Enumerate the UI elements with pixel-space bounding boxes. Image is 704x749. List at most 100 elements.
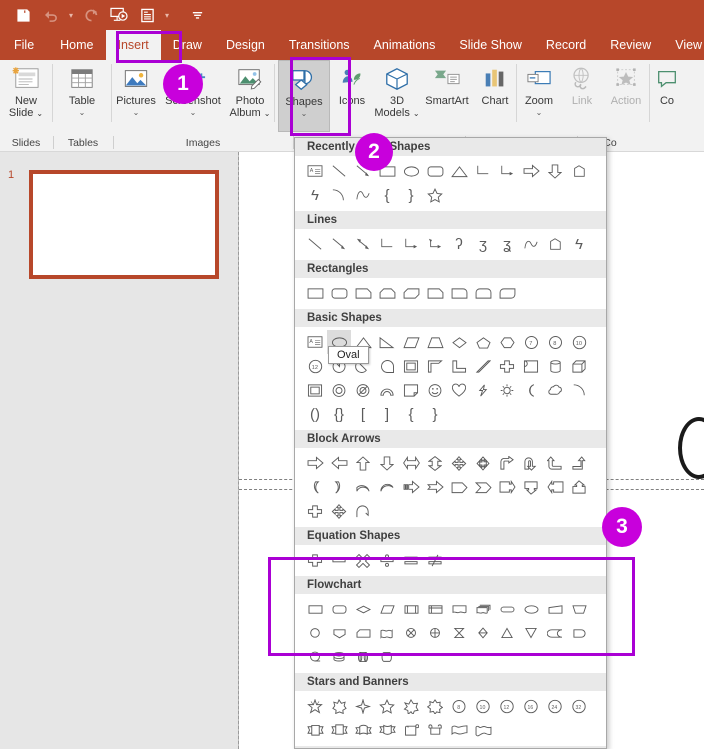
- shape-flowchart-direct-access-storage[interactable]: [351, 645, 375, 669]
- shape-flowchart-decision[interactable]: [351, 597, 375, 621]
- shape-star-4-point[interactable]: [303, 694, 327, 718]
- shape-flowchart-predefined-process[interactable]: [399, 597, 423, 621]
- shapes-chevron-down-icon[interactable]: ⌄: [301, 109, 308, 118]
- icons-button[interactable]: Icons: [330, 60, 374, 132]
- shape-lightning-bolt[interactable]: [471, 378, 495, 402]
- shape-diagonal-stripe[interactable]: [471, 354, 495, 378]
- shape-elbow-double-arrow-connector[interactable]: [423, 232, 447, 256]
- shape-snip-and-round-corner[interactable]: [423, 281, 447, 305]
- shape-flowchart-sequential-access-storage[interactable]: [303, 645, 327, 669]
- shape-chevron-arrow[interactable]: [471, 475, 495, 499]
- comment-button[interactable]: Co: [650, 60, 684, 132]
- shape-arrow-up[interactable]: [351, 451, 375, 475]
- shape-left-arrow-callout[interactable]: [543, 475, 567, 499]
- shape-flowchart-display[interactable]: [375, 645, 399, 669]
- screenshot-chevron-down-icon[interactable]: ⌄: [190, 108, 197, 117]
- shape-cube[interactable]: [567, 354, 591, 378]
- shape-no-symbol[interactable]: [351, 378, 375, 402]
- shape-left-brace[interactable]: {: [375, 183, 399, 207]
- shape-cloud[interactable]: [543, 378, 567, 402]
- shape-line-double-arrow[interactable]: [351, 232, 375, 256]
- shape-division-sign[interactable]: [375, 548, 399, 572]
- shape-right-brace[interactable]: }: [399, 183, 423, 207]
- tab-slide-show[interactable]: Slide Show: [447, 30, 534, 60]
- shape-right-bracket[interactable]: ]: [375, 402, 399, 426]
- shape-round-diagonal-corner[interactable]: [495, 281, 519, 305]
- tab-home[interactable]: Home: [48, 30, 105, 60]
- shape-arrow-left[interactable]: [327, 451, 351, 475]
- shape-curved-connector[interactable]: ʔ: [447, 232, 471, 256]
- tab-animations[interactable]: Animations: [362, 30, 448, 60]
- shape-right-arrow[interactable]: [519, 159, 543, 183]
- shape-elbow-connector[interactable]: [375, 232, 399, 256]
- shape-flowchart-extract[interactable]: [495, 621, 519, 645]
- zoom-chevron-down-icon[interactable]: ⌄: [536, 108, 543, 117]
- shape-bent-up-arrow[interactable]: [567, 451, 591, 475]
- shape-right-arrow-callout[interactable]: [495, 475, 519, 499]
- shape-arrow-right[interactable]: [303, 451, 327, 475]
- save-icon[interactable]: [10, 3, 36, 27]
- shape-flowchart-card[interactable]: [351, 621, 375, 645]
- shape-hexagon[interactable]: [495, 330, 519, 354]
- shape-flowchart-data[interactable]: [375, 597, 399, 621]
- shape-five-point-star[interactable]: [423, 183, 447, 207]
- shape-striped-right-arrow[interactable]: [399, 475, 423, 499]
- shape-pentagon-arrow[interactable]: [447, 475, 471, 499]
- shape-flowchart-punched-tape[interactable]: [375, 621, 399, 645]
- shape-isosceles-triangle[interactable]: [447, 159, 471, 183]
- shape-horizontal-scroll[interactable]: [423, 718, 447, 742]
- shape-circular-arrow[interactable]: [351, 499, 375, 523]
- shape-cross-arrow[interactable]: [303, 499, 327, 523]
- shape-flowchart-multidocument[interactable]: [471, 597, 495, 621]
- shape-down-arrow[interactable]: [543, 159, 567, 183]
- shape-vertical-scroll[interactable]: [399, 718, 423, 742]
- shape-bent-arrow[interactable]: [495, 451, 519, 475]
- shape-cylinder[interactable]: [543, 354, 567, 378]
- tab-insert[interactable]: Insert: [105, 30, 161, 60]
- shape-equal-sign[interactable]: [399, 548, 423, 572]
- shape-curved-up-ribbon[interactable]: [351, 718, 375, 742]
- shape-freeform-shape[interactable]: [543, 232, 567, 256]
- shape-left-brace-pair[interactable]: {}: [327, 402, 351, 426]
- pictures-chevron-down-icon[interactable]: ⌄: [133, 108, 140, 117]
- shape-curve[interactable]: [351, 183, 375, 207]
- shape-folded-corner[interactable]: [399, 378, 423, 402]
- shape-diamond[interactable]: [447, 330, 471, 354]
- shape-parallelogram[interactable]: [399, 330, 423, 354]
- shape-flowchart-terminator[interactable]: [495, 597, 519, 621]
- shape-elbow-arrow-connector[interactable]: [399, 232, 423, 256]
- shape-not-equal-sign[interactable]: [423, 548, 447, 572]
- view-chevron-down-icon[interactable]: ▾: [162, 11, 172, 20]
- shape-flowchart-manual-input[interactable]: [543, 597, 567, 621]
- shape-elbow-connector[interactable]: [471, 159, 495, 183]
- shape-moon[interactable]: [519, 378, 543, 402]
- shape-oval[interactable]: [399, 159, 423, 183]
- shape-star-16-point[interactable]: 16: [519, 694, 543, 718]
- shape-left-brace[interactable]: {: [399, 402, 423, 426]
- pictures-button[interactable]: Pictures ⌄: [112, 60, 160, 132]
- shape-double-wave[interactable]: [471, 718, 495, 742]
- tab-review[interactable]: Review: [598, 30, 663, 60]
- shape-cross[interactable]: [495, 354, 519, 378]
- shape-sun[interactable]: [495, 378, 519, 402]
- tab-transitions[interactable]: Transitions: [277, 30, 362, 60]
- shape-star-8-point[interactable]: 8: [447, 694, 471, 718]
- shape-plus-sign[interactable]: [303, 548, 327, 572]
- shape-flowchart-delay[interactable]: [567, 621, 591, 645]
- shape-star-7-point[interactable]: [423, 694, 447, 718]
- shape-star-10-point[interactable]: 10: [471, 694, 495, 718]
- shape-smiley-face[interactable]: [423, 378, 447, 402]
- shape-right-brace[interactable]: }: [423, 402, 447, 426]
- shape-right-bracket-open[interactable]: [: [351, 402, 375, 426]
- tab-design[interactable]: Design: [214, 30, 277, 60]
- tab-view[interactable]: View: [663, 30, 704, 60]
- shape-text-box[interactable]: A: [303, 159, 327, 183]
- tab-draw[interactable]: Draw: [161, 30, 214, 60]
- shape-donut[interactable]: [327, 378, 351, 402]
- shape-curved-double-arrow-connector[interactable]: ʓ: [495, 232, 519, 256]
- shapes-gallery-dropdown[interactable]: Recently Used Shapes A ϟ {: [294, 137, 607, 749]
- shape-flowchart-stored-data[interactable]: [543, 621, 567, 645]
- shape-left-right-arrow[interactable]: [399, 451, 423, 475]
- photo-album-button[interactable]: Photo Album ⌄: [226, 60, 274, 132]
- shape-flowchart-document[interactable]: [447, 597, 471, 621]
